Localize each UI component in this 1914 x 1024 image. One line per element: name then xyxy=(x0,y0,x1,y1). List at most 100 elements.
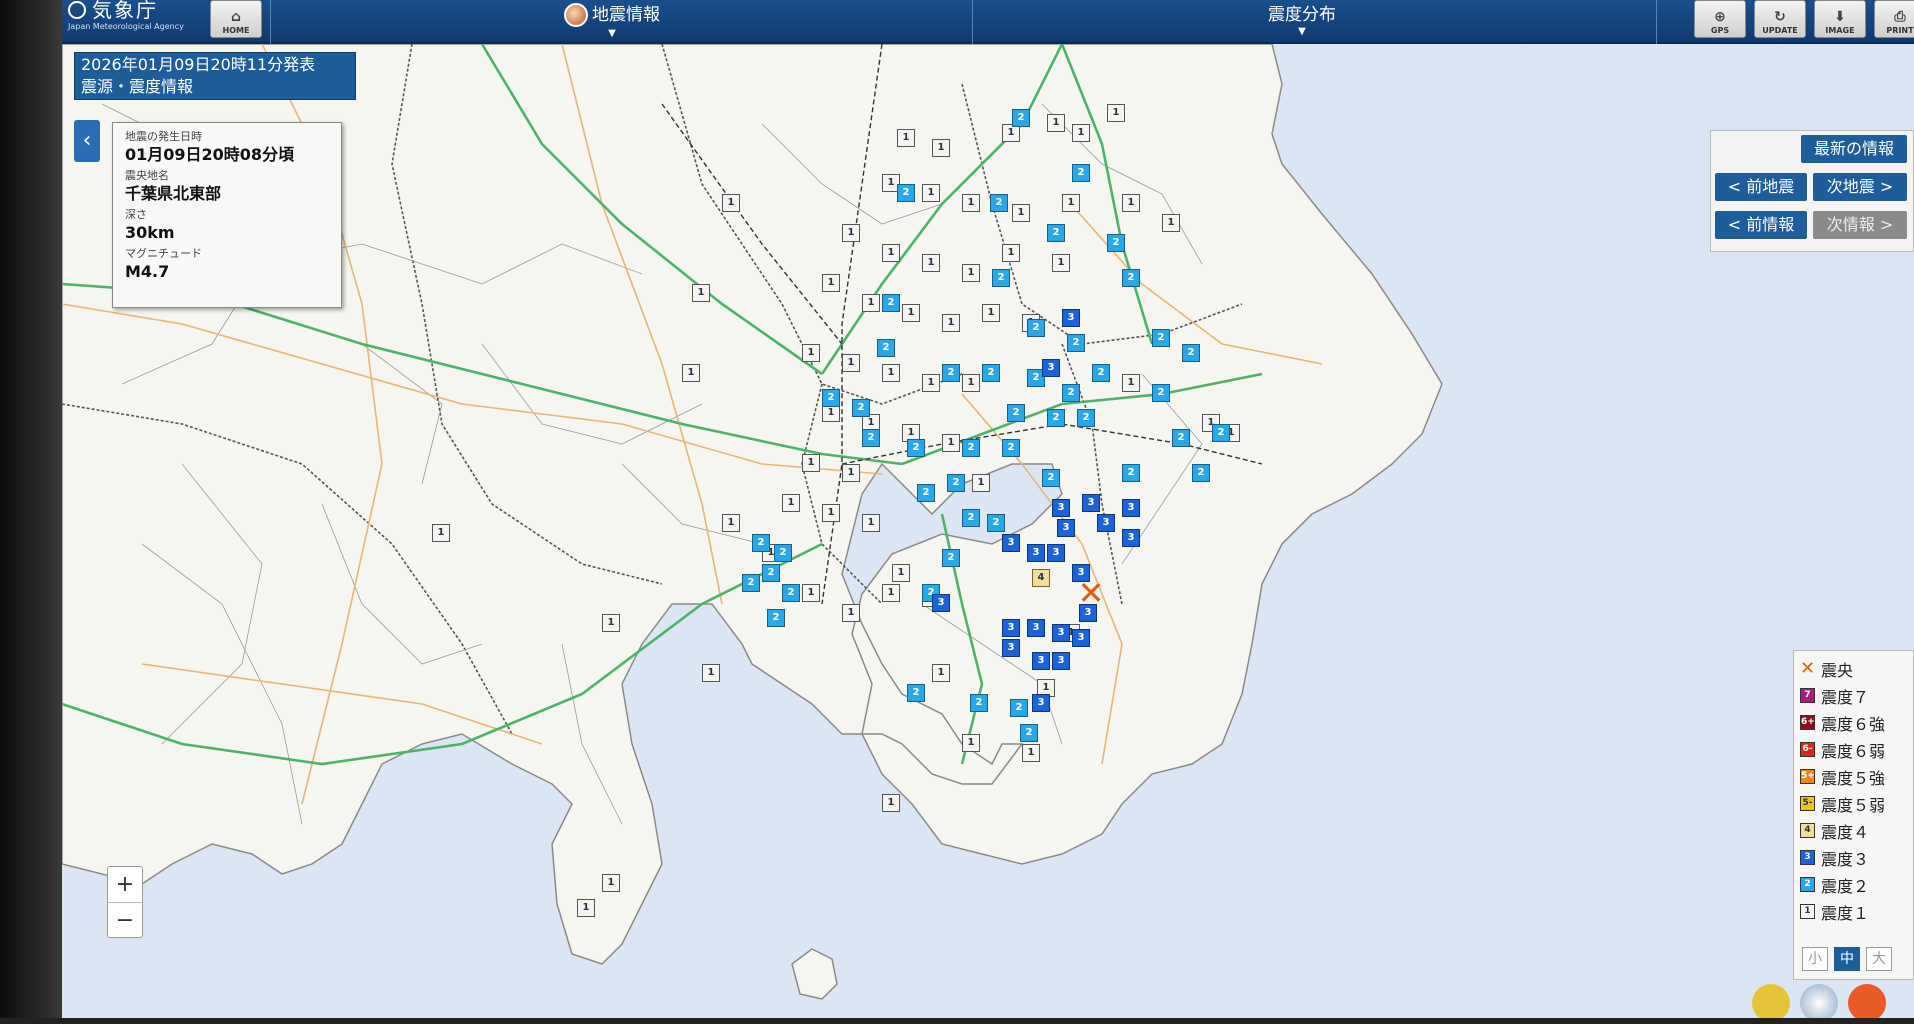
latest-info-button[interactable]: 最新の情報 xyxy=(1801,135,1907,163)
station-intensity-1[interactable]: 1 xyxy=(1012,204,1030,222)
next-info-button[interactable]: 次情報 > xyxy=(1813,211,1907,239)
station-intensity-1[interactable]: 1 xyxy=(982,304,1000,322)
station-intensity-3[interactable]: 3 xyxy=(1032,652,1050,670)
station-intensity-1[interactable]: 1 xyxy=(922,184,940,202)
station-intensity-2[interactable]: 2 xyxy=(962,439,980,457)
station-intensity-1[interactable]: 1 xyxy=(1052,254,1070,272)
gps-button[interactable]: ⊕ GPS xyxy=(1694,0,1746,38)
station-intensity-2[interactable]: 2 xyxy=(1152,384,1170,402)
station-intensity-2[interactable]: 2 xyxy=(1212,424,1230,442)
station-intensity-1[interactable]: 1 xyxy=(972,474,990,492)
size-large-button[interactable]: 大 xyxy=(1866,947,1892,971)
station-intensity-2[interactable]: 2 xyxy=(822,389,840,407)
station-intensity-3[interactable]: 3 xyxy=(932,594,950,612)
station-intensity-2[interactable]: 2 xyxy=(882,294,900,312)
home-button[interactable]: ⌂ HOME xyxy=(210,0,262,38)
station-intensity-2[interactable]: 2 xyxy=(782,584,800,602)
station-intensity-1[interactable]: 1 xyxy=(902,304,920,322)
station-intensity-2[interactable]: 2 xyxy=(907,684,925,702)
station-intensity-1[interactable]: 1 xyxy=(822,504,840,522)
station-intensity-1[interactable]: 1 xyxy=(922,254,940,272)
collapse-panel-button[interactable]: ‹ xyxy=(74,120,100,162)
station-intensity-2[interactable]: 2 xyxy=(1067,334,1085,352)
menu-intensity-distribution[interactable]: 震度分布 ▼ xyxy=(1242,0,1362,44)
station-intensity-3[interactable]: 3 xyxy=(1062,309,1080,327)
station-intensity-3[interactable]: 3 xyxy=(1052,499,1070,517)
station-intensity-1[interactable]: 1 xyxy=(962,194,980,212)
station-intensity-2[interactable]: 2 xyxy=(774,544,792,562)
station-intensity-1[interactable]: 1 xyxy=(842,354,860,372)
station-intensity-3[interactable]: 3 xyxy=(1002,534,1020,552)
station-intensity-2[interactable]: 2 xyxy=(990,194,1008,212)
station-intensity-2[interactable]: 2 xyxy=(1047,224,1065,242)
station-intensity-2[interactable]: 2 xyxy=(1012,109,1030,127)
station-intensity-1[interactable]: 1 xyxy=(842,464,860,482)
station-intensity-1[interactable]: 1 xyxy=(962,264,980,282)
magnifier-icon[interactable] xyxy=(1800,984,1838,1020)
station-intensity-1[interactable]: 1 xyxy=(942,434,960,452)
station-intensity-2[interactable]: 2 xyxy=(947,474,965,492)
station-intensity-2[interactable]: 2 xyxy=(752,534,770,552)
station-intensity-2[interactable]: 2 xyxy=(1007,404,1025,422)
station-intensity-1[interactable]: 1 xyxy=(1062,194,1080,212)
epicenter-marker-icon[interactable]: ✕ xyxy=(1077,577,1105,609)
station-intensity-2[interactable]: 2 xyxy=(987,514,1005,532)
station-intensity-1[interactable]: 1 xyxy=(802,344,820,362)
station-intensity-2[interactable]: 2 xyxy=(1072,164,1090,182)
station-intensity-1[interactable]: 1 xyxy=(1022,744,1040,762)
station-intensity-2[interactable]: 2 xyxy=(762,564,780,582)
station-intensity-1[interactable]: 1 xyxy=(882,364,900,382)
station-intensity-1[interactable]: 1 xyxy=(682,364,700,382)
station-intensity-3[interactable]: 3 xyxy=(1002,619,1020,637)
station-intensity-1[interactable]: 1 xyxy=(862,514,880,532)
zoom-out-button[interactable]: − xyxy=(108,902,142,937)
station-intensity-1[interactable]: 1 xyxy=(882,794,900,812)
station-intensity-1[interactable]: 1 xyxy=(922,374,940,392)
station-intensity-2[interactable]: 2 xyxy=(877,339,895,357)
station-intensity-1[interactable]: 1 xyxy=(722,514,740,532)
station-intensity-1[interactable]: 1 xyxy=(862,294,880,312)
station-intensity-2[interactable]: 2 xyxy=(942,364,960,382)
station-intensity-3[interactable]: 3 xyxy=(1042,359,1060,377)
station-intensity-1[interactable]: 1 xyxy=(897,129,915,147)
station-intensity-2[interactable]: 2 xyxy=(1122,464,1140,482)
station-intensity-1[interactable]: 1 xyxy=(1122,194,1140,212)
station-intensity-1[interactable]: 1 xyxy=(932,664,950,682)
jma-logo[interactable]: 気象庁 Japan Meteorological Agency xyxy=(68,0,184,31)
size-small-button[interactable]: 小 xyxy=(1802,947,1828,971)
station-intensity-1[interactable]: 1 xyxy=(602,874,620,892)
image-button[interactable]: ⬇ IMAGE xyxy=(1814,0,1866,38)
prev-quake-button[interactable]: < 前地震 xyxy=(1715,173,1807,201)
station-intensity-2[interactable]: 2 xyxy=(852,399,870,417)
station-intensity-1[interactable]: 1 xyxy=(722,194,740,212)
station-intensity-2[interactable]: 2 xyxy=(1092,364,1110,382)
station-intensity-1[interactable]: 1 xyxy=(1047,114,1065,132)
station-intensity-2[interactable]: 2 xyxy=(1010,699,1028,717)
station-intensity-2[interactable]: 2 xyxy=(1047,409,1065,427)
station-intensity-2[interactable]: 2 xyxy=(1027,319,1045,337)
station-intensity-1[interactable]: 1 xyxy=(1107,104,1125,122)
station-intensity-3[interactable]: 3 xyxy=(1082,494,1100,512)
station-intensity-3[interactable]: 3 xyxy=(1027,619,1045,637)
station-intensity-1[interactable]: 1 xyxy=(882,584,900,602)
station-intensity-1[interactable]: 1 xyxy=(692,284,710,302)
station-intensity-1[interactable]: 1 xyxy=(892,564,910,582)
print-button[interactable]: ⎙ PRINT xyxy=(1874,0,1914,38)
station-intensity-3[interactable]: 3 xyxy=(1047,544,1065,562)
station-intensity-2[interactable]: 2 xyxy=(862,429,880,447)
station-intensity-1[interactable]: 1 xyxy=(962,374,980,392)
station-intensity-1[interactable]: 1 xyxy=(1002,244,1020,262)
station-intensity-2[interactable]: 2 xyxy=(992,269,1010,287)
station-intensity-1[interactable]: 1 xyxy=(1072,124,1090,142)
station-intensity-1[interactable]: 1 xyxy=(1122,374,1140,392)
station-intensity-2[interactable]: 2 xyxy=(897,184,915,202)
station-intensity-1[interactable]: 1 xyxy=(942,314,960,332)
station-intensity-2[interactable]: 2 xyxy=(1107,234,1125,252)
zoom-in-button[interactable]: + xyxy=(108,867,142,902)
station-intensity-1[interactable]: 1 xyxy=(842,604,860,622)
station-intensity-1[interactable]: 1 xyxy=(842,224,860,242)
station-intensity-1[interactable]: 1 xyxy=(602,614,620,632)
station-intensity-3[interactable]: 3 xyxy=(1002,639,1020,657)
station-intensity-1[interactable]: 1 xyxy=(1162,214,1180,232)
station-intensity-1[interactable]: 1 xyxy=(962,734,980,752)
